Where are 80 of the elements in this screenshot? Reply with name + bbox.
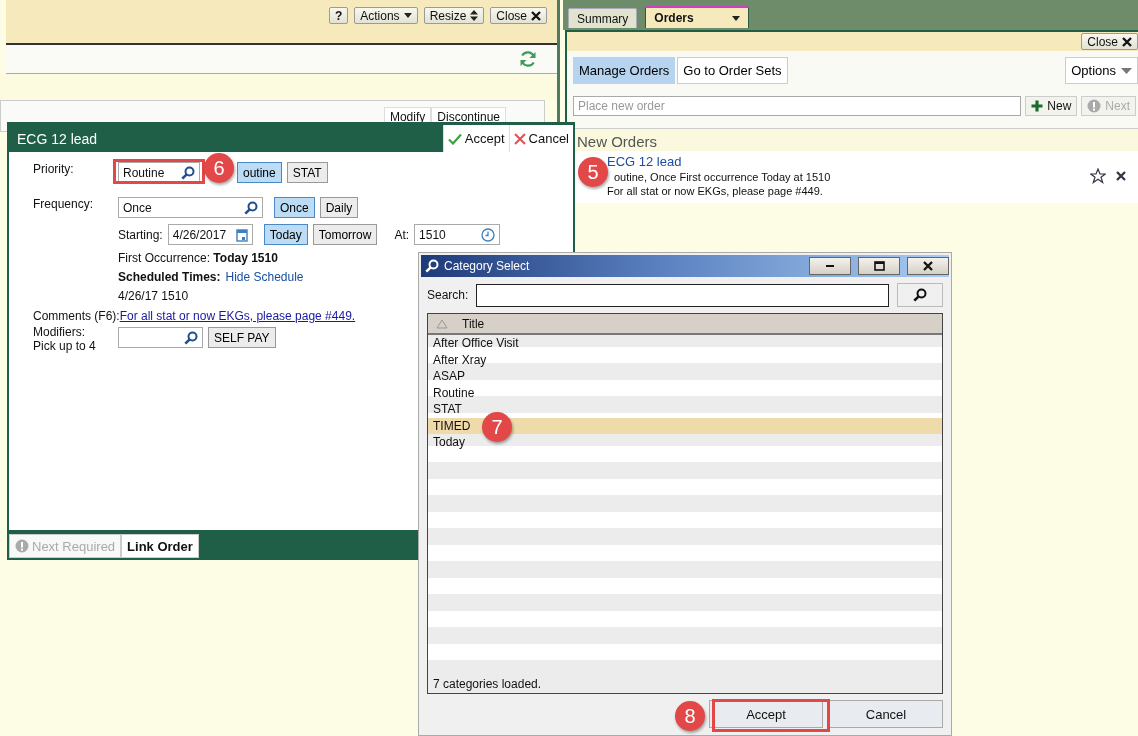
close-button[interactable]: Close <box>1081 33 1138 50</box>
close-icon <box>1116 170 1126 181</box>
first-occurrence-text: First Occurrence: Today 1510 <box>118 251 278 265</box>
maximize-icon <box>873 261 885 271</box>
time-field[interactable]: 1510 <box>414 224 501 245</box>
minimize-icon <box>826 265 834 267</box>
alert-icon <box>1087 99 1102 113</box>
start-date-field[interactable]: 4/26/2017 <box>167 224 253 245</box>
refresh-icon <box>519 50 537 68</box>
option-button[interactable]: outine <box>237 162 282 183</box>
up-down-arrows-icon <box>470 10 479 21</box>
accept-button[interactable]: Accept <box>709 700 823 728</box>
option-button[interactable]: SELF PAY <box>208 327 276 348</box>
list-item[interactable]: ASAP <box>428 368 942 385</box>
window-title: ECG 12 lead <box>16 130 98 147</box>
option-button[interactable]: STAT <box>286 162 328 183</box>
priority-field[interactable]: Routine <box>118 162 200 183</box>
hide-schedule-link[interactable]: Hide Schedule <box>225 270 304 284</box>
field-label: Comments (F6): <box>33 309 120 323</box>
search-icon <box>184 330 198 345</box>
field-label: Starting: <box>118 227 163 242</box>
search-icon <box>181 165 195 180</box>
field-label: Search: <box>427 288 469 302</box>
minimize-button[interactable] <box>809 257 851 275</box>
caret-icon <box>1121 67 1132 74</box>
help-button[interactable]: ? <box>328 7 349 24</box>
schedule-time: 4/26/17 1510 <box>118 289 189 303</box>
maximize-button[interactable] <box>858 257 900 275</box>
calendar-icon <box>235 227 248 242</box>
field-hint: Pick up to 4 <box>33 339 97 353</box>
order-comment: For all stat or now EKGs, please page #449. <box>607 185 824 197</box>
dialog-title: Category Select <box>444 259 531 273</box>
field-label: At: <box>394 227 410 242</box>
option-button[interactable]: Daily <box>319 197 359 218</box>
options-button[interactable]: Options <box>1065 57 1138 84</box>
list-item[interactable]: After Office Visit <box>428 335 942 352</box>
option-button[interactable]: Once <box>274 197 315 218</box>
resize-button[interactable]: Resize <box>423 7 485 24</box>
close-icon <box>923 261 933 271</box>
actions-button[interactable]: Actions <box>354 7 418 24</box>
order-details: outine, Once First occurrence Today at 1510 <box>613 171 832 183</box>
field-label: Priority: <box>33 162 75 176</box>
view-button[interactable]: Manage Orders <box>573 57 676 84</box>
close-button[interactable]: Close <box>490 7 547 24</box>
field-label: Frequency: <box>33 197 95 211</box>
caret-icon <box>403 13 412 18</box>
search-icon <box>244 200 258 215</box>
checkmark-icon <box>447 132 462 145</box>
field-label: Modifiers: <box>33 325 86 339</box>
plus-icon <box>1031 100 1044 112</box>
field-label: Scheduled Times: <box>118 270 221 284</box>
modifiers-field[interactable] <box>118 327 203 348</box>
comment-link[interactable]: For all stat or now EKGs, please page #449. <box>119 309 356 323</box>
search-field[interactable] <box>476 283 889 307</box>
clock-icon <box>481 227 496 242</box>
close-icon <box>1122 36 1132 47</box>
column-header[interactable]: Title <box>428 314 942 335</box>
search-icon <box>425 259 439 273</box>
close-button[interactable] <box>907 257 949 275</box>
cancel-button[interactable]: Cancel <box>829 700 943 728</box>
alert-icon <box>15 539 29 553</box>
list-item[interactable]: Routine <box>428 384 942 401</box>
option-button[interactable]: Today <box>263 224 308 245</box>
search-icon <box>913 288 927 302</box>
close-icon <box>531 10 541 21</box>
option-button[interactable]: Tomorrow <box>312 224 378 245</box>
frequency-field[interactable]: Once <box>118 197 263 218</box>
star-icon <box>1090 167 1106 184</box>
tab[interactable]: Summary <box>568 8 638 28</box>
search-button[interactable] <box>897 283 943 307</box>
sort-triangle-icon <box>436 318 448 329</box>
list-item[interactable]: After Xray <box>428 351 942 368</box>
new-button[interactable]: New <box>1025 96 1078 116</box>
order-name[interactable]: ECG 12 lead <box>607 154 1090 169</box>
tab[interactable]: Orders <box>645 6 749 28</box>
caret-icon <box>731 15 740 21</box>
cancel-icon <box>513 132 526 145</box>
status-text: 7 categories loaded. <box>428 674 942 693</box>
view-button[interactable]: Go to Order Sets <box>677 57 788 84</box>
footer-button[interactable]: Link Order <box>121 534 199 558</box>
